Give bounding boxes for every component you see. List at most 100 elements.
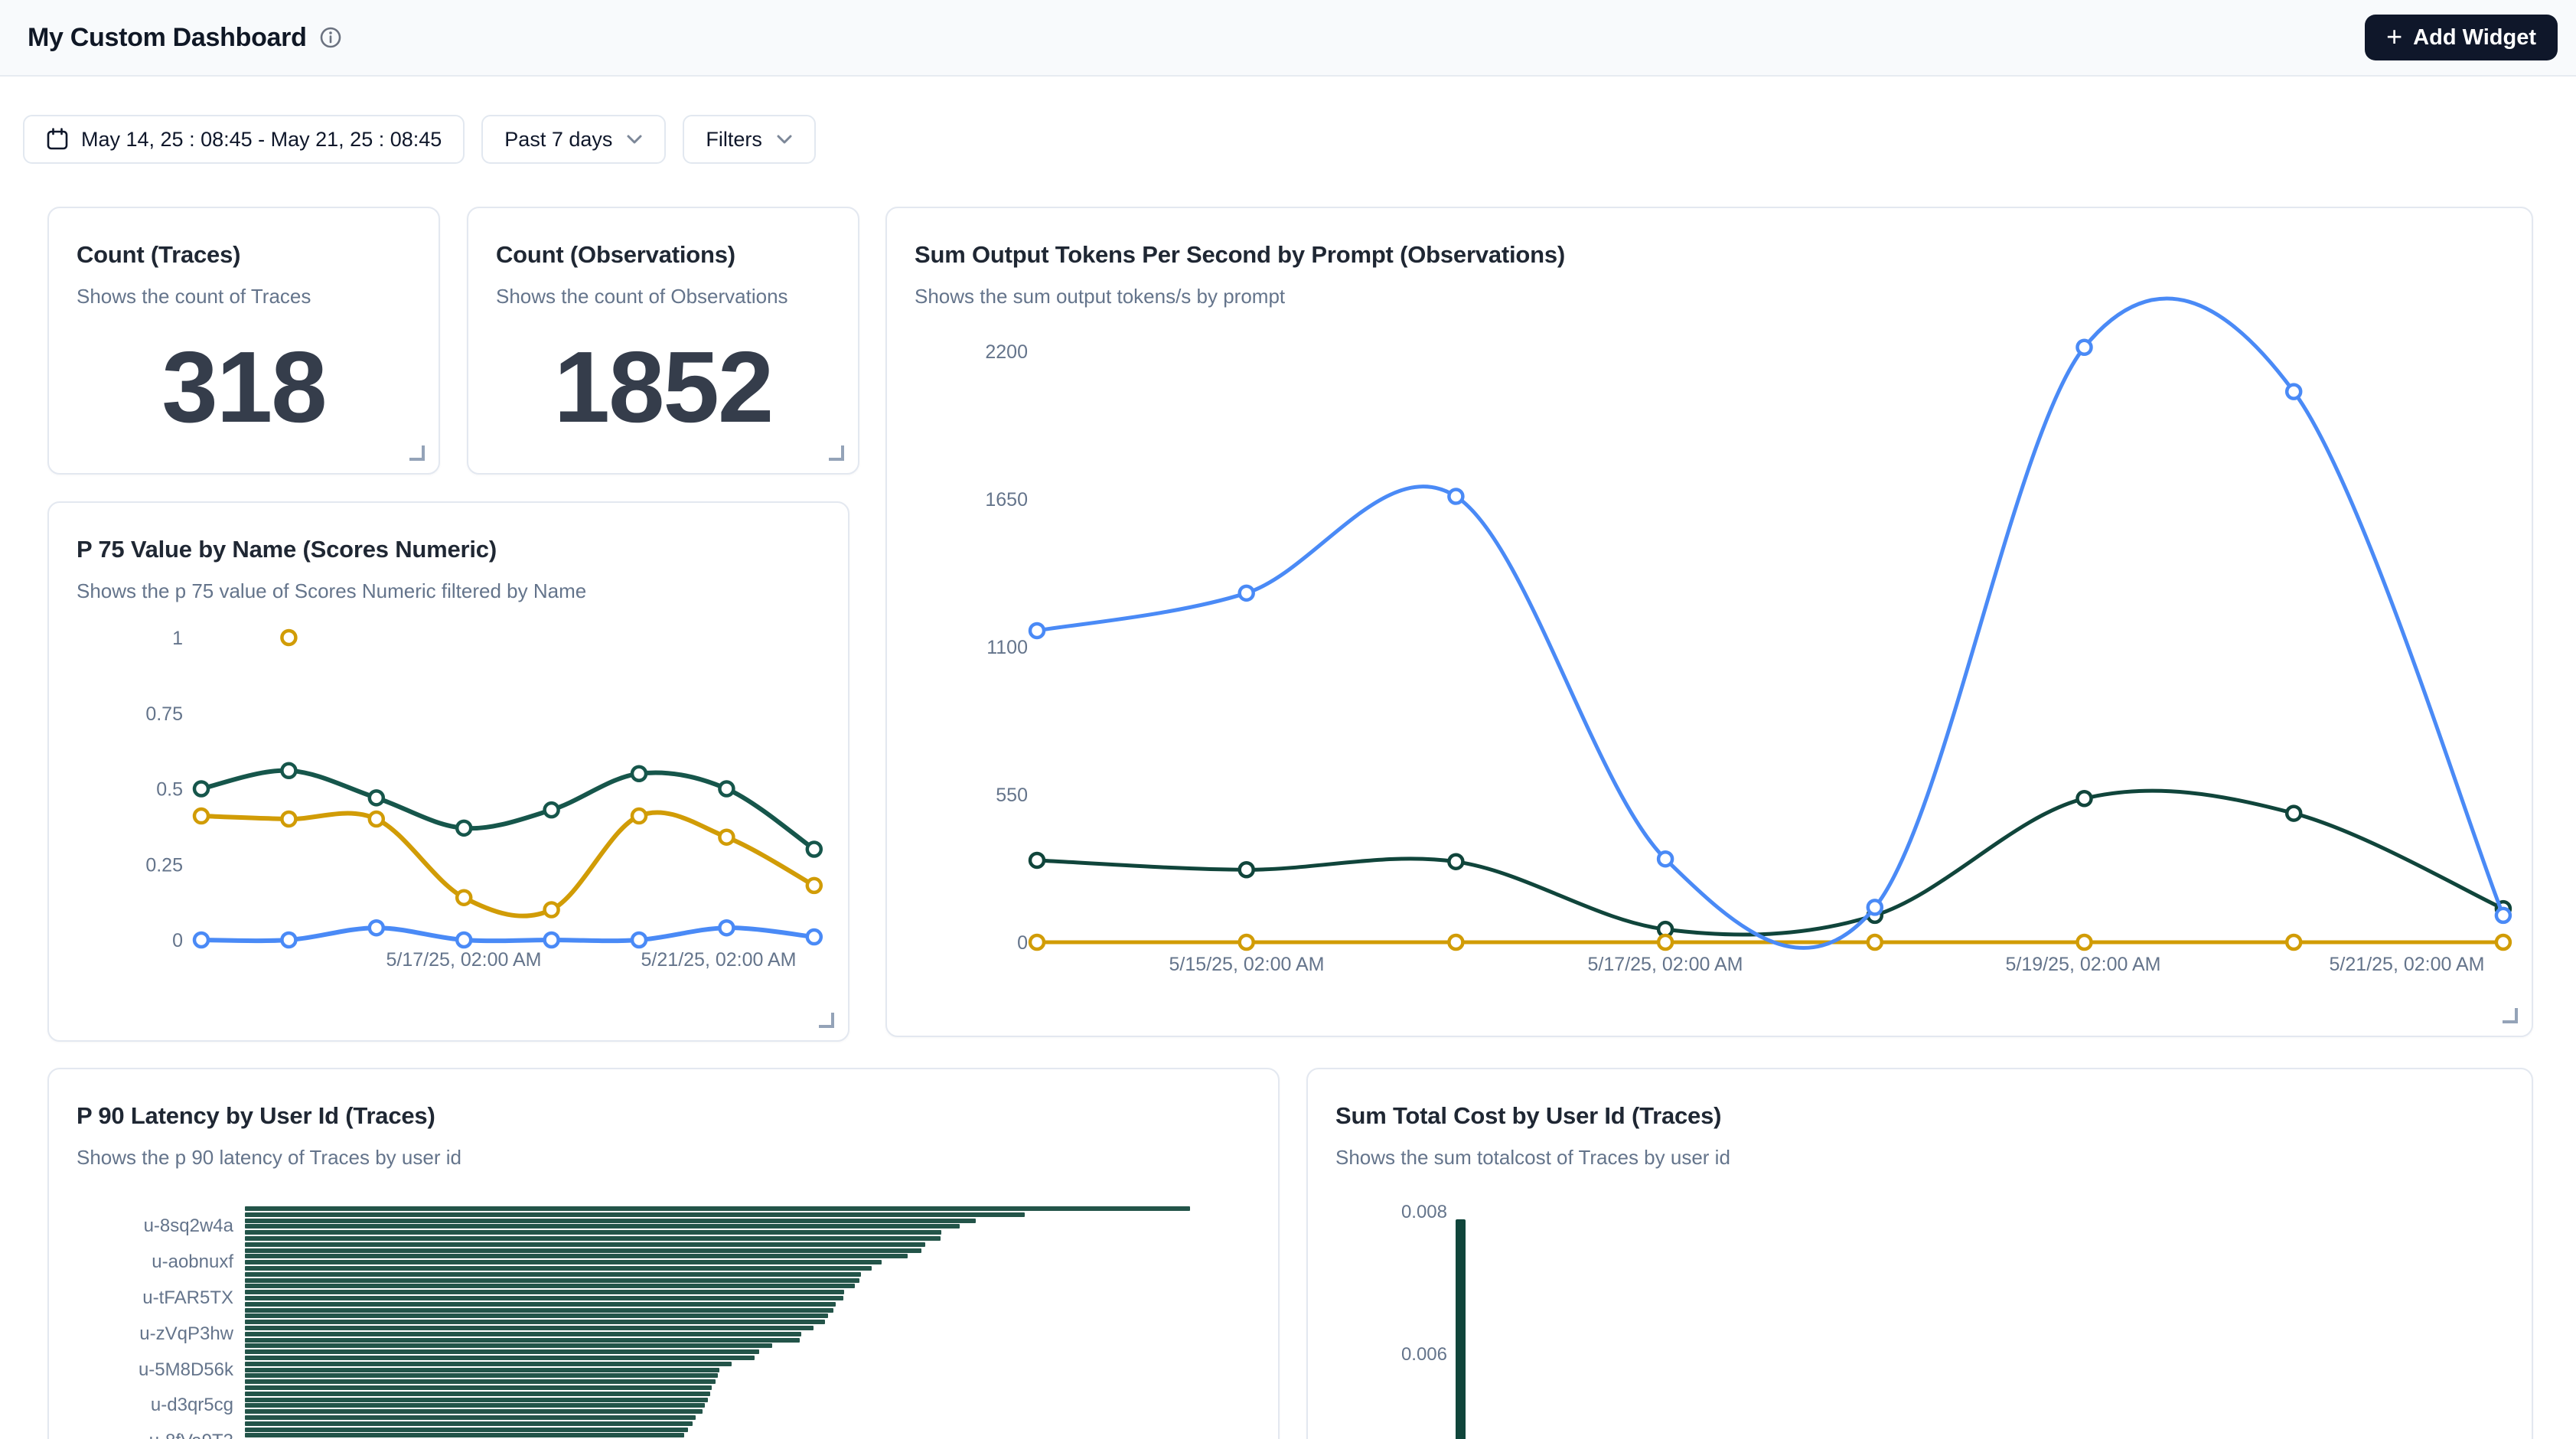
chevron-down-icon [776, 134, 793, 145]
latency-bar [245, 1272, 861, 1277]
data-point-marker [457, 891, 471, 905]
p75-line-chart: 00.250.50.7515/17/25, 02:00 AM5/21/25, 0… [49, 503, 848, 1040]
x-tick-label: 5/15/25, 02:00 AM [1169, 954, 1325, 975]
plus-icon: + [2386, 23, 2402, 51]
latency-bar [245, 1296, 843, 1300]
count-traces-value: 318 [49, 337, 439, 438]
data-point-marker [2078, 791, 2092, 805]
data-point-marker [719, 782, 733, 796]
y-tick-label: 1100 [986, 637, 1028, 658]
user-id-label: u-8sq2w4a [49, 1215, 233, 1237]
latency-bar [245, 1302, 836, 1307]
widget-count-traces: Count (Traces) Shows the count of Traces… [47, 207, 440, 475]
widget-subtitle: Shows the count of Observations [468, 271, 858, 309]
tokens_by_prompt-svg: 05501100165022005/15/25, 02:00 AM5/17/25… [887, 208, 2535, 1039]
data-point-marker [1240, 935, 1254, 949]
data-point-marker [1240, 586, 1254, 600]
data-point-marker [632, 809, 646, 823]
data-point-marker [370, 791, 383, 804]
latency-bar [245, 1254, 908, 1258]
widget-p75-chart: P 75 Value by Name (Scores Numeric) Show… [47, 501, 849, 1042]
latency-bar [245, 1433, 684, 1437]
latency-bar [245, 1403, 705, 1408]
user-id-label: u-5M8D56k [49, 1359, 233, 1381]
data-point-marker [194, 809, 208, 823]
page-title: My Custom Dashboard [28, 23, 307, 53]
date-preset-dropdown[interactable]: Past 7 days [481, 115, 666, 164]
latency-bar [245, 1379, 716, 1384]
p75_by_name-svg: 00.250.50.7515/17/25, 02:00 AM5/21/25, 0… [49, 503, 851, 1043]
data-point-marker [194, 782, 208, 796]
line-series-blue [1037, 299, 2503, 948]
latency-bar [245, 1212, 1025, 1217]
x-tick-label: 5/19/25, 02:00 AM [2006, 954, 2161, 975]
widget-title: Count (Observations) [468, 208, 858, 271]
latency-bar [245, 1313, 828, 1318]
y-tick-label: 550 [996, 785, 1028, 806]
data-point-marker [1868, 935, 1882, 949]
calendar-icon [46, 127, 69, 152]
filters-dropdown[interactable]: Filters [683, 115, 816, 164]
resize-handle-icon[interactable] [819, 1013, 834, 1028]
latency-bar [245, 1343, 772, 1348]
resize-handle-icon[interactable] [829, 445, 844, 461]
add-widget-button[interactable]: + Add Widget [2365, 15, 2558, 60]
data-point-marker [282, 812, 295, 826]
data-point-marker [2078, 935, 2092, 949]
data-point-marker [807, 879, 821, 892]
data-point-marker [545, 903, 559, 917]
count-observations-value: 1852 [468, 337, 858, 438]
y-tick-label: 2200 [985, 341, 1028, 363]
latency-bar [245, 1219, 976, 1223]
add-widget-label: Add Widget [2413, 25, 2536, 51]
dashboard-page: My Custom Dashboard + Add Widget [0, 0, 2576, 1439]
latency-bar [245, 1290, 844, 1294]
data-point-marker [1240, 863, 1254, 876]
latency-bar [245, 1332, 801, 1336]
latency-bar [245, 1373, 718, 1378]
y-tick-label: 0.25 [145, 854, 183, 876]
latency-bar [245, 1385, 712, 1390]
latency-bar [245, 1320, 825, 1324]
info-icon[interactable] [319, 26, 342, 49]
latency-bar [245, 1409, 703, 1414]
chevron-down-icon [626, 134, 643, 145]
latency-bar [245, 1415, 696, 1420]
y-tick-label: 0.006 [1308, 1344, 1447, 1366]
data-point-marker [457, 821, 471, 835]
dashboard-header: My Custom Dashboard + Add Widget [0, 0, 2576, 77]
y-tick-label: 0 [172, 930, 183, 951]
date-preset-value: Past 7 days [504, 128, 612, 152]
tokens-line-chart: 05501100165022005/15/25, 02:00 AM5/17/25… [887, 208, 2532, 1036]
latency-bar [245, 1398, 708, 1402]
latency-bar [245, 1356, 755, 1360]
user-id-label: u-d3qr5cg [49, 1395, 233, 1416]
line-series-dark-green [1037, 791, 2503, 935]
data-point-marker [2287, 807, 2300, 821]
resize-handle-icon[interactable] [409, 445, 425, 461]
date-range-picker[interactable]: May 14, 25 : 08:45 - May 21, 25 : 08:45 [23, 115, 465, 164]
data-point-marker [719, 921, 733, 935]
cost-bar [1456, 1219, 1466, 1439]
data-point-marker [370, 921, 383, 935]
data-point-marker [1030, 935, 1044, 949]
y-tick-label: 1650 [985, 489, 1028, 511]
latency-bar [245, 1206, 1190, 1211]
data-point-marker [632, 767, 646, 781]
data-point-marker [545, 933, 559, 947]
user-id-label: u-tFAR5TX [49, 1287, 233, 1309]
resize-handle-icon[interactable] [2503, 1008, 2518, 1023]
widget-tokens-chart: Sum Output Tokens Per Second by Prompt (… [885, 207, 2533, 1037]
filters-label: Filters [706, 128, 762, 152]
p90-bar-chart: u-8sq2w4au-aobnuxfu-tFAR5TXu-zVqP3hwu-5M… [49, 1069, 1278, 1439]
x-tick-label: 5/21/25, 02:00 AM [641, 949, 797, 971]
user-id-label: u-zVqP3hw [49, 1323, 233, 1345]
latency-bar [245, 1278, 859, 1283]
latency-bar [245, 1266, 872, 1271]
data-point-marker [1449, 935, 1462, 949]
latency-bar [245, 1230, 941, 1235]
data-point-marker [1449, 489, 1462, 503]
latency-bar [245, 1224, 960, 1229]
data-point-marker [282, 933, 295, 947]
line-series-yellow [201, 812, 814, 915]
